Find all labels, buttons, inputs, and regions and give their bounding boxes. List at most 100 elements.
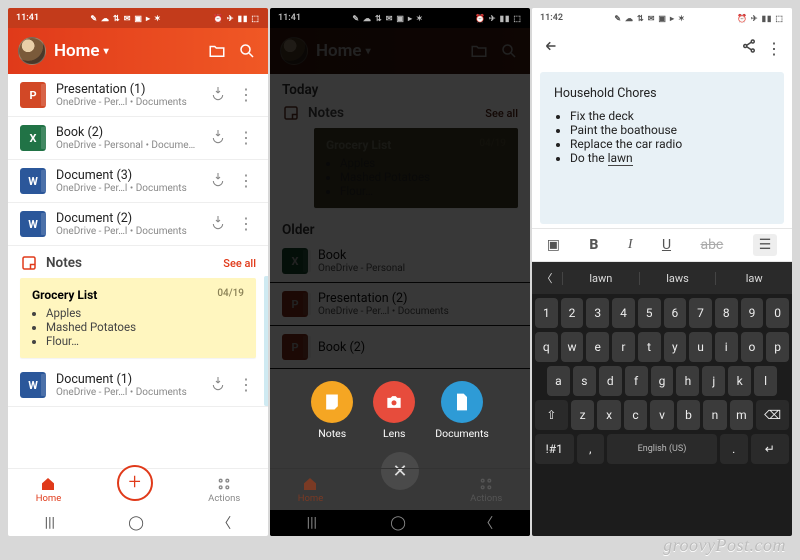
key-k[interactable]: k	[728, 366, 751, 396]
note-card[interactable]: Grocery List04/19 Apples Mashed Potatoes…	[20, 278, 256, 358]
bold-button[interactable]: B	[589, 237, 598, 253]
key-englishus[interactable]: English (US)	[607, 434, 717, 464]
nav-back[interactable]: 〈	[217, 513, 231, 533]
next-note-peek[interactable]	[264, 276, 268, 406]
key-5[interactable]: 5	[638, 298, 661, 328]
key-1[interactable]: 1	[535, 298, 558, 328]
nav-home[interactable]: ◯	[128, 515, 144, 531]
download-icon[interactable]	[210, 214, 226, 234]
download-icon[interactable]	[210, 85, 226, 105]
status-icons-right: ⏰ ✈ ▮▮ ⬚	[213, 14, 260, 23]
strike-button[interactable]: abc	[700, 237, 723, 253]
fab-notes[interactable]: Notes	[311, 381, 353, 440]
note-editor[interactable]: Household Chores Fix the deck Paint the …	[540, 72, 784, 224]
powerpoint-icon: P	[20, 82, 46, 108]
editor-header: ⋮	[532, 28, 792, 68]
key-s[interactable]: s	[573, 366, 596, 396]
key-x[interactable]: x	[597, 400, 620, 430]
key-l[interactable]: l	[754, 366, 777, 396]
avatar[interactable]	[18, 37, 46, 65]
file-sub: OneDrive - Per…l • Documents	[56, 183, 200, 194]
key-e[interactable]: e	[586, 332, 609, 362]
key-v[interactable]: v	[650, 400, 673, 430]
key-i[interactable]: i	[715, 332, 738, 362]
file-row[interactable]: WDocument (2)OneDrive - Per…l • Document…	[8, 203, 268, 246]
key-7[interactable]: 7	[689, 298, 712, 328]
key-o[interactable]: o	[741, 332, 764, 362]
underline-button[interactable]: U	[662, 237, 671, 253]
camera-icon[interactable]: ▣	[547, 237, 560, 253]
file-name: Presentation (1)	[56, 82, 200, 97]
tab-actions[interactable]: Actions	[208, 476, 240, 504]
nav-recent[interactable]: |||	[307, 515, 317, 531]
file-row[interactable]: WDocument (3)OneDrive - Per…l • Document…	[8, 160, 268, 203]
key-w[interactable]: w	[561, 332, 584, 362]
key-3[interactable]: 3	[586, 298, 609, 328]
key-p[interactable]: p	[766, 332, 789, 362]
keyboard-suggestions: 〈 lawn laws law	[532, 262, 792, 294]
search-icon[interactable]	[236, 40, 258, 62]
key-r[interactable]: r	[612, 332, 635, 362]
key-[interactable]: ↵	[751, 434, 790, 464]
key-h[interactable]: h	[676, 366, 699, 396]
key-6[interactable]: 6	[664, 298, 687, 328]
key-u[interactable]: u	[689, 332, 712, 362]
key-z[interactable]: z	[571, 400, 594, 430]
key-d[interactable]: d	[599, 366, 622, 396]
location-dropdown[interactable]: Home ▾	[54, 41, 198, 61]
see-all-link[interactable]: See all	[223, 257, 256, 270]
key-8[interactable]: 8	[715, 298, 738, 328]
key-t[interactable]: t	[638, 332, 661, 362]
bottom-tabs: Home + Actions	[8, 468, 268, 510]
key-c[interactable]: c	[624, 400, 647, 430]
note-item: Replace the car radio	[570, 137, 770, 151]
key-b[interactable]: b	[677, 400, 700, 430]
file-row[interactable]: PPresentation (1)OneDrive - Per…l • Docu…	[8, 74, 268, 117]
key-1[interactable]: !#1	[535, 434, 574, 464]
key-9[interactable]: 9	[741, 298, 764, 328]
tab-label: Home	[36, 493, 62, 504]
key-j[interactable]: j	[702, 366, 725, 396]
fab-documents[interactable]: Documents	[435, 381, 489, 440]
file-row[interactable]: XBook (2)OneDrive - Personal • Documents…	[8, 117, 268, 160]
tab-label: Actions	[470, 493, 502, 504]
key-[interactable]: .	[720, 434, 748, 464]
key-y[interactable]: y	[664, 332, 687, 362]
share-icon[interactable]	[740, 37, 758, 59]
suggestion-word[interactable]: lawn	[562, 272, 639, 285]
note-title: Household Chores	[554, 86, 770, 101]
key-[interactable]: ,	[577, 434, 605, 464]
key-0[interactable]: 0	[766, 298, 789, 328]
note-fill-icon	[322, 392, 342, 412]
suggestion-word[interactable]: law	[715, 272, 792, 285]
back-button[interactable]	[542, 37, 560, 59]
nav-recent[interactable]: |||	[45, 515, 55, 531]
italic-button[interactable]: I	[628, 237, 633, 253]
suggestion-word[interactable]: laws	[639, 272, 716, 285]
key-g[interactable]: g	[651, 366, 674, 396]
fab-lens[interactable]: Lens	[373, 381, 415, 440]
download-icon[interactable]	[210, 375, 226, 395]
download-icon[interactable]	[210, 171, 226, 191]
folder-icon[interactable]	[206, 40, 228, 62]
bullets-button[interactable]: ☰	[753, 234, 778, 256]
key-4[interactable]: 4	[612, 298, 635, 328]
android-nav: ||| ◯ 〈	[8, 510, 268, 536]
suggestion-back[interactable]: 〈	[532, 270, 562, 286]
key-q[interactable]: q	[535, 332, 558, 362]
key-n[interactable]: n	[703, 400, 726, 430]
key-f[interactable]: f	[625, 366, 648, 396]
key-2[interactable]: 2	[561, 298, 584, 328]
file-row[interactable]: WDocument (1)OneDrive - Per…l • Document…	[8, 364, 268, 407]
key-m[interactable]: m	[730, 400, 753, 430]
nav-home[interactable]: ◯	[390, 515, 406, 531]
key-[interactable]: ⌫	[756, 400, 789, 430]
fab-add[interactable]: +	[117, 465, 153, 501]
key-a[interactable]: a	[547, 366, 570, 396]
file-name: Book (2)	[56, 125, 200, 140]
download-icon[interactable]	[210, 128, 226, 148]
key-[interactable]: ⇧	[535, 400, 568, 430]
tab-home[interactable]: Home	[36, 476, 62, 504]
more-icon[interactable]: ⋮	[766, 39, 782, 58]
nav-back[interactable]: 〈	[479, 513, 493, 533]
